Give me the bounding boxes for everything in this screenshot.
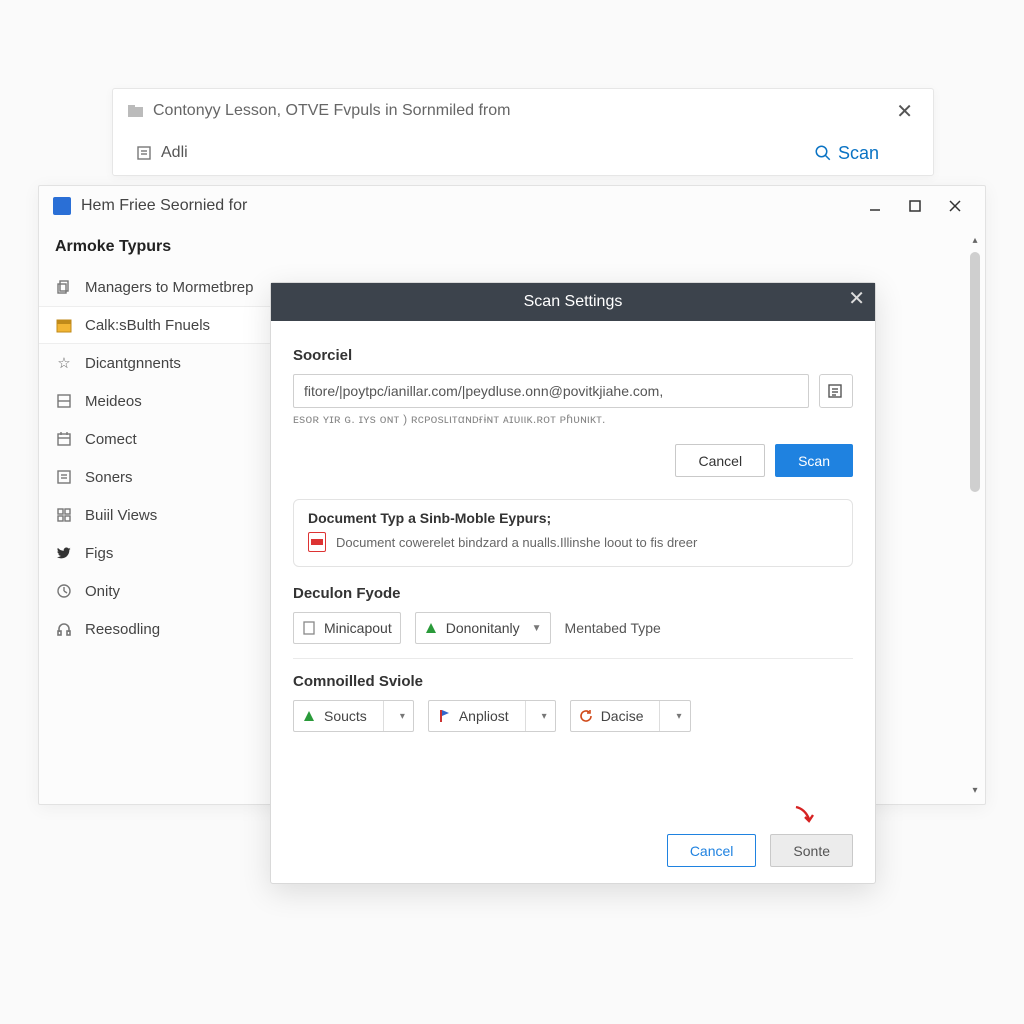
bird-icon bbox=[55, 544, 73, 562]
modal-close-icon[interactable]: ✕ bbox=[848, 289, 865, 309]
scroll-down-icon[interactable]: ▾ bbox=[967, 782, 983, 798]
card-title: Document Typ a Sinb-Moble Eypurs; bbox=[308, 510, 838, 526]
background-title: Contonyy Lesson, OTVE Fvpuls in Sornmile… bbox=[153, 102, 510, 120]
chevron-down-icon: ▼ bbox=[532, 623, 542, 634]
scrollbar[interactable]: ▴ ▾ bbox=[967, 232, 983, 798]
combo-label: Soucts bbox=[324, 708, 367, 724]
flag-icon bbox=[437, 709, 451, 723]
clock-icon bbox=[55, 582, 73, 600]
maximize-button[interactable] bbox=[895, 191, 935, 221]
scroll-thumb[interactable] bbox=[970, 252, 980, 492]
comnoilled-label: Comnoilled Sviole bbox=[293, 673, 853, 690]
cancel-button[interactable]: Cancel bbox=[667, 834, 757, 867]
close-button[interactable] bbox=[935, 191, 975, 221]
scan-button[interactable]: Scan bbox=[775, 444, 853, 477]
sidebar-item-figs[interactable]: Figs bbox=[39, 534, 275, 572]
headphones-icon bbox=[55, 620, 73, 638]
minimize-button[interactable] bbox=[855, 191, 895, 221]
sidebar-item-label: Onity bbox=[85, 583, 120, 600]
cancel-button-top[interactable]: Cancel bbox=[675, 444, 765, 477]
copy-icon bbox=[55, 278, 73, 296]
sidebar-item-soners[interactable]: Soners bbox=[39, 458, 275, 496]
sidebar-item-label: Calk:sBulth Fnuels bbox=[85, 317, 210, 334]
sidebar-heading: Armoke Typurs bbox=[39, 234, 275, 268]
dacise-combo[interactable]: Dacise ▾ bbox=[570, 700, 691, 732]
submit-button[interactable]: Sonte bbox=[770, 834, 853, 867]
sidebar-item-label: Soners bbox=[85, 469, 133, 486]
list-icon bbox=[55, 468, 73, 486]
source-hint: ᴇsoʀ ʏɪʀ ɢ. ɪʏs oɴᴛ ) ʀᴄᴘᴏsʟιᴛαɴᴅғɨɴᴛ ᴀɪ… bbox=[293, 412, 853, 426]
scan-link[interactable]: Scan bbox=[814, 143, 919, 164]
sidebar-item-label: Buiil Views bbox=[85, 507, 157, 524]
sidebar-item-meideos[interactable]: Meideos bbox=[39, 382, 275, 420]
combo-label: Anpliost bbox=[459, 708, 509, 724]
document-icon bbox=[308, 532, 326, 552]
sidebar-item-onity[interactable]: Onity bbox=[39, 572, 275, 610]
source-label: Soorciel bbox=[293, 347, 853, 364]
modal-title: Scan Settings bbox=[524, 293, 623, 311]
background-titlebar: Contonyy Lesson, OTVE Fvpuls in Sornmile… bbox=[113, 89, 933, 133]
scroll-up-icon[interactable]: ▴ bbox=[967, 232, 983, 248]
note-icon bbox=[135, 144, 153, 162]
combo-label: Dononitanly bbox=[446, 620, 520, 636]
adli-label[interactable]: Adli bbox=[161, 144, 188, 162]
sidebar-item-calks[interactable]: Calk:sBulth Fnuels bbox=[39, 306, 275, 344]
dononitanly-combo[interactable]: Dononitanly ▼ bbox=[415, 612, 551, 644]
calendar-icon bbox=[55, 316, 73, 334]
browse-icon bbox=[827, 383, 845, 399]
close-icon[interactable]: ✕ bbox=[890, 97, 919, 126]
background-window: Contonyy Lesson, OTVE Fvpuls in Sornmile… bbox=[112, 88, 934, 176]
sidebar: Armoke Typurs Managers to Mormetbrep Cal… bbox=[39, 226, 275, 804]
soucts-combo[interactable]: Soucts ▾ bbox=[293, 700, 414, 732]
triangle-icon bbox=[424, 621, 438, 635]
modal-footer: Cancel Sonte bbox=[293, 834, 853, 867]
triangle-icon bbox=[302, 709, 316, 723]
scan-link-label: Scan bbox=[838, 143, 879, 164]
combo-label: Dacise bbox=[601, 708, 644, 724]
main-window-title: Hem Friee Seornied for bbox=[81, 197, 247, 215]
sidebar-item-label: Comect bbox=[85, 431, 137, 448]
divider bbox=[293, 658, 853, 659]
sidebar-item-dicant[interactable]: ☆ Dicantgnnents bbox=[39, 344, 275, 382]
chevron-down-icon: ▾ bbox=[400, 711, 405, 722]
calendar2-icon bbox=[55, 430, 73, 448]
combo-label: Minicapout bbox=[324, 620, 392, 636]
source-input[interactable] bbox=[293, 374, 809, 408]
page-icon bbox=[302, 621, 316, 635]
modal-header: Scan Settings ✕ bbox=[271, 283, 875, 321]
star-icon: ☆ bbox=[55, 354, 73, 372]
search-icon bbox=[814, 144, 832, 162]
sidebar-item-label: Reesodling bbox=[85, 621, 160, 638]
chevron-down-icon: ▾ bbox=[542, 711, 547, 722]
mentabed-label: Mentabed Type bbox=[565, 620, 661, 636]
app-icon bbox=[53, 197, 71, 215]
grid-icon bbox=[55, 392, 73, 410]
folder-icon bbox=[127, 102, 145, 120]
attention-arrow-icon bbox=[791, 803, 817, 829]
sidebar-item-reesodling[interactable]: Reesodling bbox=[39, 610, 275, 648]
minicapout-combo[interactable]: Minicapout bbox=[293, 612, 401, 644]
background-toolbar: Adli Scan bbox=[113, 133, 933, 173]
document-type-card: Document Typ a Sinb-Moble Eypurs; Docume… bbox=[293, 499, 853, 567]
sidebar-item-views[interactable]: Buiil Views bbox=[39, 496, 275, 534]
main-titlebar: Hem Friee Seornied for bbox=[39, 186, 985, 226]
chevron-down-icon: ▾ bbox=[676, 711, 681, 722]
sidebar-item-label: Meideos bbox=[85, 393, 142, 410]
sidebar-item-comect[interactable]: Comect bbox=[39, 420, 275, 458]
browse-button[interactable] bbox=[819, 374, 853, 408]
scan-settings-modal: Scan Settings ✕ Soorciel ᴇsoʀ ʏɪʀ ɢ. ɪʏs… bbox=[270, 282, 876, 884]
grid2-icon bbox=[55, 506, 73, 524]
sidebar-item-managers[interactable]: Managers to Mormetbrep bbox=[39, 268, 275, 306]
sidebar-item-label: Figs bbox=[85, 545, 113, 562]
sidebar-item-label: Managers to Mormetbrep bbox=[85, 279, 253, 296]
card-text: Document cowerelet bindzard a nualls.Ill… bbox=[336, 535, 697, 550]
refresh-icon bbox=[579, 709, 593, 723]
deculon-label: Deculon Fyode bbox=[293, 585, 853, 602]
sidebar-item-label: Dicantgnnents bbox=[85, 355, 181, 372]
anpliost-combo[interactable]: Anpliost ▾ bbox=[428, 700, 556, 732]
